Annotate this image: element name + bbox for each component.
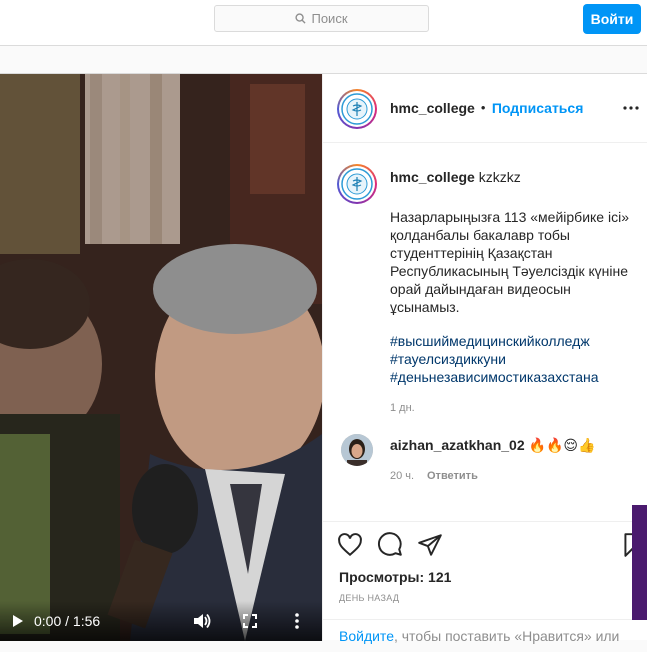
- login-link[interactable]: Войдите: [339, 628, 394, 644]
- profile-avatar[interactable]: [337, 89, 377, 129]
- top-bar: Поиск Войти: [0, 0, 647, 46]
- post-side-panel: hmc_college • Подписаться hmc_college kz…: [322, 74, 647, 644]
- commenter-avatar[interactable]: [341, 434, 373, 466]
- hashtag-list: #высшиймедицинскийколледж #тауелсиздикку…: [390, 332, 599, 386]
- comment-time: 20 ч.: [390, 470, 415, 482]
- video-controls: 0:00 / 1:56: [0, 601, 322, 641]
- view-count: Просмотры: 121: [339, 569, 452, 585]
- hashtag-link[interactable]: #высшиймедицинскийколледж: [390, 332, 599, 350]
- post-actions: Просмотры: 121 ДЕНЬ НАЗАД Войдите, чтобы…: [323, 521, 647, 644]
- caption-time: 1 дн.: [390, 402, 415, 414]
- college-logo-icon: [341, 93, 373, 125]
- post-date: ДЕНЬ НАЗАД: [339, 593, 400, 603]
- college-logo-icon: [341, 168, 373, 200]
- like-heart-icon[interactable]: [337, 532, 363, 558]
- header-separator: •: [480, 100, 486, 115]
- login-prompt: Войдите, чтобы поставить «Нравится» или: [323, 619, 647, 652]
- reply-button[interactable]: Ответить: [427, 470, 478, 482]
- login-button[interactable]: Войти: [583, 4, 641, 34]
- fullscreen-icon[interactable]: [242, 613, 258, 629]
- video-more-icon[interactable]: [289, 613, 305, 629]
- video-frame: [0, 74, 322, 641]
- more-options-icon[interactable]: [623, 100, 643, 116]
- commenter-username[interactable]: aizhan_azatkhan_02: [390, 437, 525, 453]
- share-send-icon[interactable]: [417, 532, 443, 558]
- play-icon[interactable]: [10, 613, 26, 629]
- caption-location-word: kzkzkz: [478, 169, 521, 185]
- caption-header: hmc_college kzkzkz: [390, 169, 521, 185]
- comment-bubble-icon[interactable]: [377, 532, 403, 558]
- search-placeholder: Поиск: [311, 11, 348, 26]
- hashtag-link[interactable]: #тауелсиздиккуни: [390, 350, 599, 368]
- post-header: hmc_college • Подписаться: [323, 74, 647, 143]
- video-player[interactable]: 0:00 / 1:56: [0, 74, 322, 641]
- caption-username[interactable]: hmc_college: [390, 169, 475, 185]
- overlay-strip: [632, 505, 647, 620]
- post-container: 0:00 / 1:56 hmc_college • Подписаться hm…: [0, 73, 647, 644]
- search-icon: [295, 13, 307, 24]
- header-username[interactable]: hmc_college: [390, 100, 475, 116]
- login-prompt-text: , чтобы поставить «Нравится» или: [393, 628, 620, 644]
- follow-button[interactable]: Подписаться: [492, 100, 584, 116]
- caption-text: Назарларыңызға 113 «мейірбике ісі» қолда…: [390, 209, 629, 315]
- comment-text: 🔥🔥😌👍: [528, 437, 596, 453]
- volume-icon[interactable]: [192, 612, 212, 630]
- hashtag-link[interactable]: #деньнезависимостиказахстана: [390, 368, 599, 386]
- caption-avatar[interactable]: [337, 164, 377, 204]
- video-time: 0:00 / 1:56: [34, 613, 101, 629]
- comment-row: aizhan_azatkhan_02 🔥🔥😌👍: [390, 437, 595, 454]
- search-input[interactable]: Поиск: [214, 5, 429, 32]
